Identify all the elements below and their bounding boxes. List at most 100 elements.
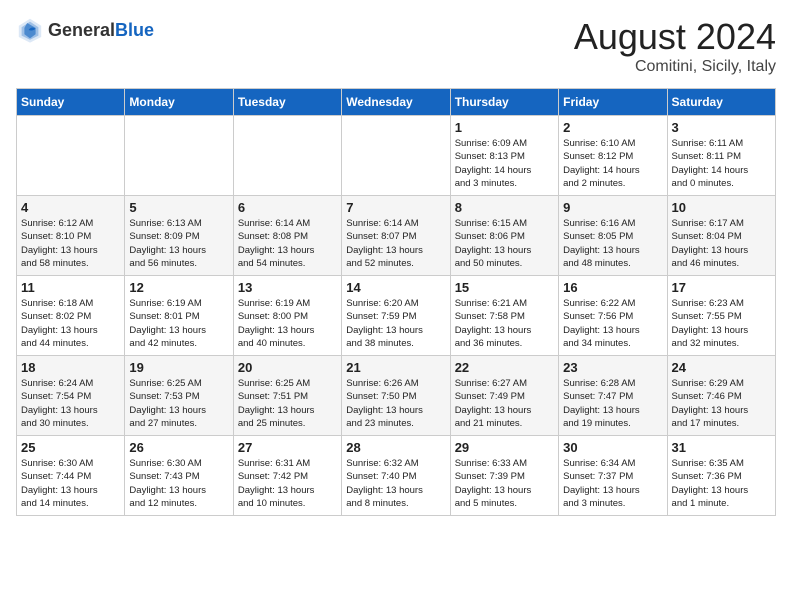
calendar-cell: 30 Sunrise: 6:34 AM Sunset: 7:37 PM Dayli… — [559, 436, 667, 516]
day-number: 25 — [21, 440, 120, 455]
day-info: Sunrise: 6:19 AM Sunset: 8:01 PM Dayligh… — [129, 297, 228, 350]
logo-icon — [16, 16, 44, 44]
day-info: Sunrise: 6:31 AM Sunset: 7:42 PM Dayligh… — [238, 457, 337, 510]
day-info: Sunrise: 6:26 AM Sunset: 7:50 PM Dayligh… — [346, 377, 445, 430]
header-sunday: Sunday — [17, 89, 125, 116]
calendar-cell: 19Sunrise: 6:25 AM Sunset: 7:53 PM Dayli… — [125, 356, 233, 436]
day-number: 8 — [455, 200, 554, 215]
calendar-week-row: 4 Sunrise: 6:12 AM Sunset: 8:10 PM Daylig… — [17, 196, 776, 276]
day-info: Sunrise: 6:11 AM Sunset: 8:11 PM Dayligh… — [672, 137, 771, 190]
day-number: 7 — [346, 200, 445, 215]
day-number: 31 — [672, 440, 771, 455]
day-info: Sunrise: 6:24 AM Sunset: 7:54 PM Dayligh… — [21, 377, 120, 430]
day-number: 2 — [563, 120, 662, 135]
calendar-cell: 23Sunrise: 6:28 AM Sunset: 7:47 PM Dayli… — [559, 356, 667, 436]
calendar-cell: 31Sunrise: 6:35 AM Sunset: 7:36 PM Dayli… — [667, 436, 775, 516]
calendar-cell: 14 Sunrise: 6:20 AM Sunset: 7:59 PM Dayli… — [342, 276, 450, 356]
day-number: 27 — [238, 440, 337, 455]
calendar-cell: 11 Sunrise: 6:18 AM Sunset: 8:02 PM Dayli… — [17, 276, 125, 356]
day-info: Sunrise: 6:30 AM Sunset: 7:43 PM Dayligh… — [129, 457, 228, 510]
calendar-cell: 5 Sunrise: 6:13 AM Sunset: 8:09 PM Daylig… — [125, 196, 233, 276]
day-info: Sunrise: 6:32 AM Sunset: 7:40 PM Dayligh… — [346, 457, 445, 510]
day-info: Sunrise: 6:14 AM Sunset: 8:07 PM Dayligh… — [346, 217, 445, 270]
day-info: Sunrise: 6:16 AM Sunset: 8:05 PM Dayligh… — [563, 217, 662, 270]
header-saturday: Saturday — [667, 89, 775, 116]
day-number: 18 — [21, 360, 120, 375]
location-title: Comitini, Sicily, Italy — [574, 58, 776, 76]
month-title: August 2024 — [574, 16, 776, 58]
calendar-cell: 7 Sunrise: 6:14 AM Sunset: 8:07 PM Daylig… — [342, 196, 450, 276]
calendar-cell: 20 Sunrise: 6:25 AM Sunset: 7:51 PM Dayli… — [233, 356, 341, 436]
calendar-cell: 4 Sunrise: 6:12 AM Sunset: 8:10 PM Daylig… — [17, 196, 125, 276]
calendar-cell: 16Sunrise: 6:22 AM Sunset: 7:56 PM Dayli… — [559, 276, 667, 356]
calendar-cell: 12 Sunrise: 6:19 AM Sunset: 8:01 PM Dayli… — [125, 276, 233, 356]
day-number: 15 — [455, 280, 554, 295]
day-number: 5 — [129, 200, 228, 215]
calendar-cell: 29 Sunrise: 6:33 AM Sunset: 7:39 PM Dayli… — [450, 436, 558, 516]
day-number: 12 — [129, 280, 228, 295]
day-number: 1 — [455, 120, 554, 135]
calendar-cell: 18 Sunrise: 6:24 AM Sunset: 7:54 PM Dayli… — [17, 356, 125, 436]
day-number: 14 — [346, 280, 445, 295]
calendar-cell: 22Sunrise: 6:27 AM Sunset: 7:49 PM Dayli… — [450, 356, 558, 436]
day-info: Sunrise: 6:27 AM Sunset: 7:49 PM Dayligh… — [455, 377, 554, 430]
day-info: Sunrise: 6:34 AM Sunset: 7:37 PM Dayligh… — [563, 457, 662, 510]
calendar-cell: 21Sunrise: 6:26 AM Sunset: 7:50 PM Dayli… — [342, 356, 450, 436]
day-number: 19 — [129, 360, 228, 375]
day-number: 17 — [672, 280, 771, 295]
logo-text: GeneralBlue — [48, 20, 154, 41]
day-info: Sunrise: 6:25 AM Sunset: 7:51 PM Dayligh… — [238, 377, 337, 430]
day-number: 10 — [672, 200, 771, 215]
calendar-header-row: Sunday Monday Tuesday Wednesday Thursday… — [17, 89, 776, 116]
day-number: 24 — [672, 360, 771, 375]
calendar-cell: 27 Sunrise: 6:31 AM Sunset: 7:42 PM Dayli… — [233, 436, 341, 516]
header-monday: Monday — [125, 89, 233, 116]
day-number: 9 — [563, 200, 662, 215]
calendar-cell: 3 Sunrise: 6:11 AM Sunset: 8:11 PM Daylig… — [667, 116, 775, 196]
day-number: 20 — [238, 360, 337, 375]
calendar-cell: 28 Sunrise: 6:32 AM Sunset: 7:40 PM Dayli… — [342, 436, 450, 516]
day-info: Sunrise: 6:28 AM Sunset: 7:47 PM Dayligh… — [563, 377, 662, 430]
calendar-cell: 10Sunrise: 6:17 AM Sunset: 8:04 PM Dayli… — [667, 196, 775, 276]
calendar-cell: 1Sunrise: 6:09 AM Sunset: 8:13 PM Daylig… — [450, 116, 558, 196]
title-block: August 2024 Comitini, Sicily, Italy — [574, 16, 776, 76]
calendar-cell — [17, 116, 125, 196]
calendar-cell: 9 Sunrise: 6:16 AM Sunset: 8:05 PM Daylig… — [559, 196, 667, 276]
day-number: 29 — [455, 440, 554, 455]
calendar-cell: 6 Sunrise: 6:14 AM Sunset: 8:08 PM Daylig… — [233, 196, 341, 276]
day-number: 28 — [346, 440, 445, 455]
day-info: Sunrise: 6:23 AM Sunset: 7:55 PM Dayligh… — [672, 297, 771, 350]
day-info: Sunrise: 6:21 AM Sunset: 7:58 PM Dayligh… — [455, 297, 554, 350]
calendar-cell: 26Sunrise: 6:30 AM Sunset: 7:43 PM Dayli… — [125, 436, 233, 516]
calendar-table: Sunday Monday Tuesday Wednesday Thursday… — [16, 88, 776, 516]
logo-general: General — [48, 20, 115, 40]
day-number: 3 — [672, 120, 771, 135]
day-info: Sunrise: 6:13 AM Sunset: 8:09 PM Dayligh… — [129, 217, 228, 270]
day-info: Sunrise: 6:18 AM Sunset: 8:02 PM Dayligh… — [21, 297, 120, 350]
calendar-cell: 13Sunrise: 6:19 AM Sunset: 8:00 PM Dayli… — [233, 276, 341, 356]
day-info: Sunrise: 6:12 AM Sunset: 8:10 PM Dayligh… — [21, 217, 120, 270]
calendar-cell: 25Sunrise: 6:30 AM Sunset: 7:44 PM Dayli… — [17, 436, 125, 516]
calendar-cell: 24Sunrise: 6:29 AM Sunset: 7:46 PM Dayli… — [667, 356, 775, 436]
logo: GeneralBlue — [16, 16, 154, 44]
day-info: Sunrise: 6:10 AM Sunset: 8:12 PM Dayligh… — [563, 137, 662, 190]
day-info: Sunrise: 6:33 AM Sunset: 7:39 PM Dayligh… — [455, 457, 554, 510]
day-info: Sunrise: 6:22 AM Sunset: 7:56 PM Dayligh… — [563, 297, 662, 350]
day-number: 6 — [238, 200, 337, 215]
day-number: 11 — [21, 280, 120, 295]
calendar-cell: 15 Sunrise: 6:21 AM Sunset: 7:58 PM Dayli… — [450, 276, 558, 356]
calendar-cell — [125, 116, 233, 196]
calendar-week-row: 25Sunrise: 6:30 AM Sunset: 7:44 PM Dayli… — [17, 436, 776, 516]
header-friday: Friday — [559, 89, 667, 116]
day-number: 30 — [563, 440, 662, 455]
calendar-cell — [233, 116, 341, 196]
calendar-cell: 8 Sunrise: 6:15 AM Sunset: 8:06 PM Daylig… — [450, 196, 558, 276]
header-thursday: Thursday — [450, 89, 558, 116]
calendar-cell: 2 Sunrise: 6:10 AM Sunset: 8:12 PM Daylig… — [559, 116, 667, 196]
day-info: Sunrise: 6:15 AM Sunset: 8:06 PM Dayligh… — [455, 217, 554, 270]
calendar-week-row: 11 Sunrise: 6:18 AM Sunset: 8:02 PM Dayli… — [17, 276, 776, 356]
day-info: Sunrise: 6:14 AM Sunset: 8:08 PM Dayligh… — [238, 217, 337, 270]
calendar-week-row: 18 Sunrise: 6:24 AM Sunset: 7:54 PM Dayli… — [17, 356, 776, 436]
day-number: 4 — [21, 200, 120, 215]
day-info: Sunrise: 6:20 AM Sunset: 7:59 PM Dayligh… — [346, 297, 445, 350]
